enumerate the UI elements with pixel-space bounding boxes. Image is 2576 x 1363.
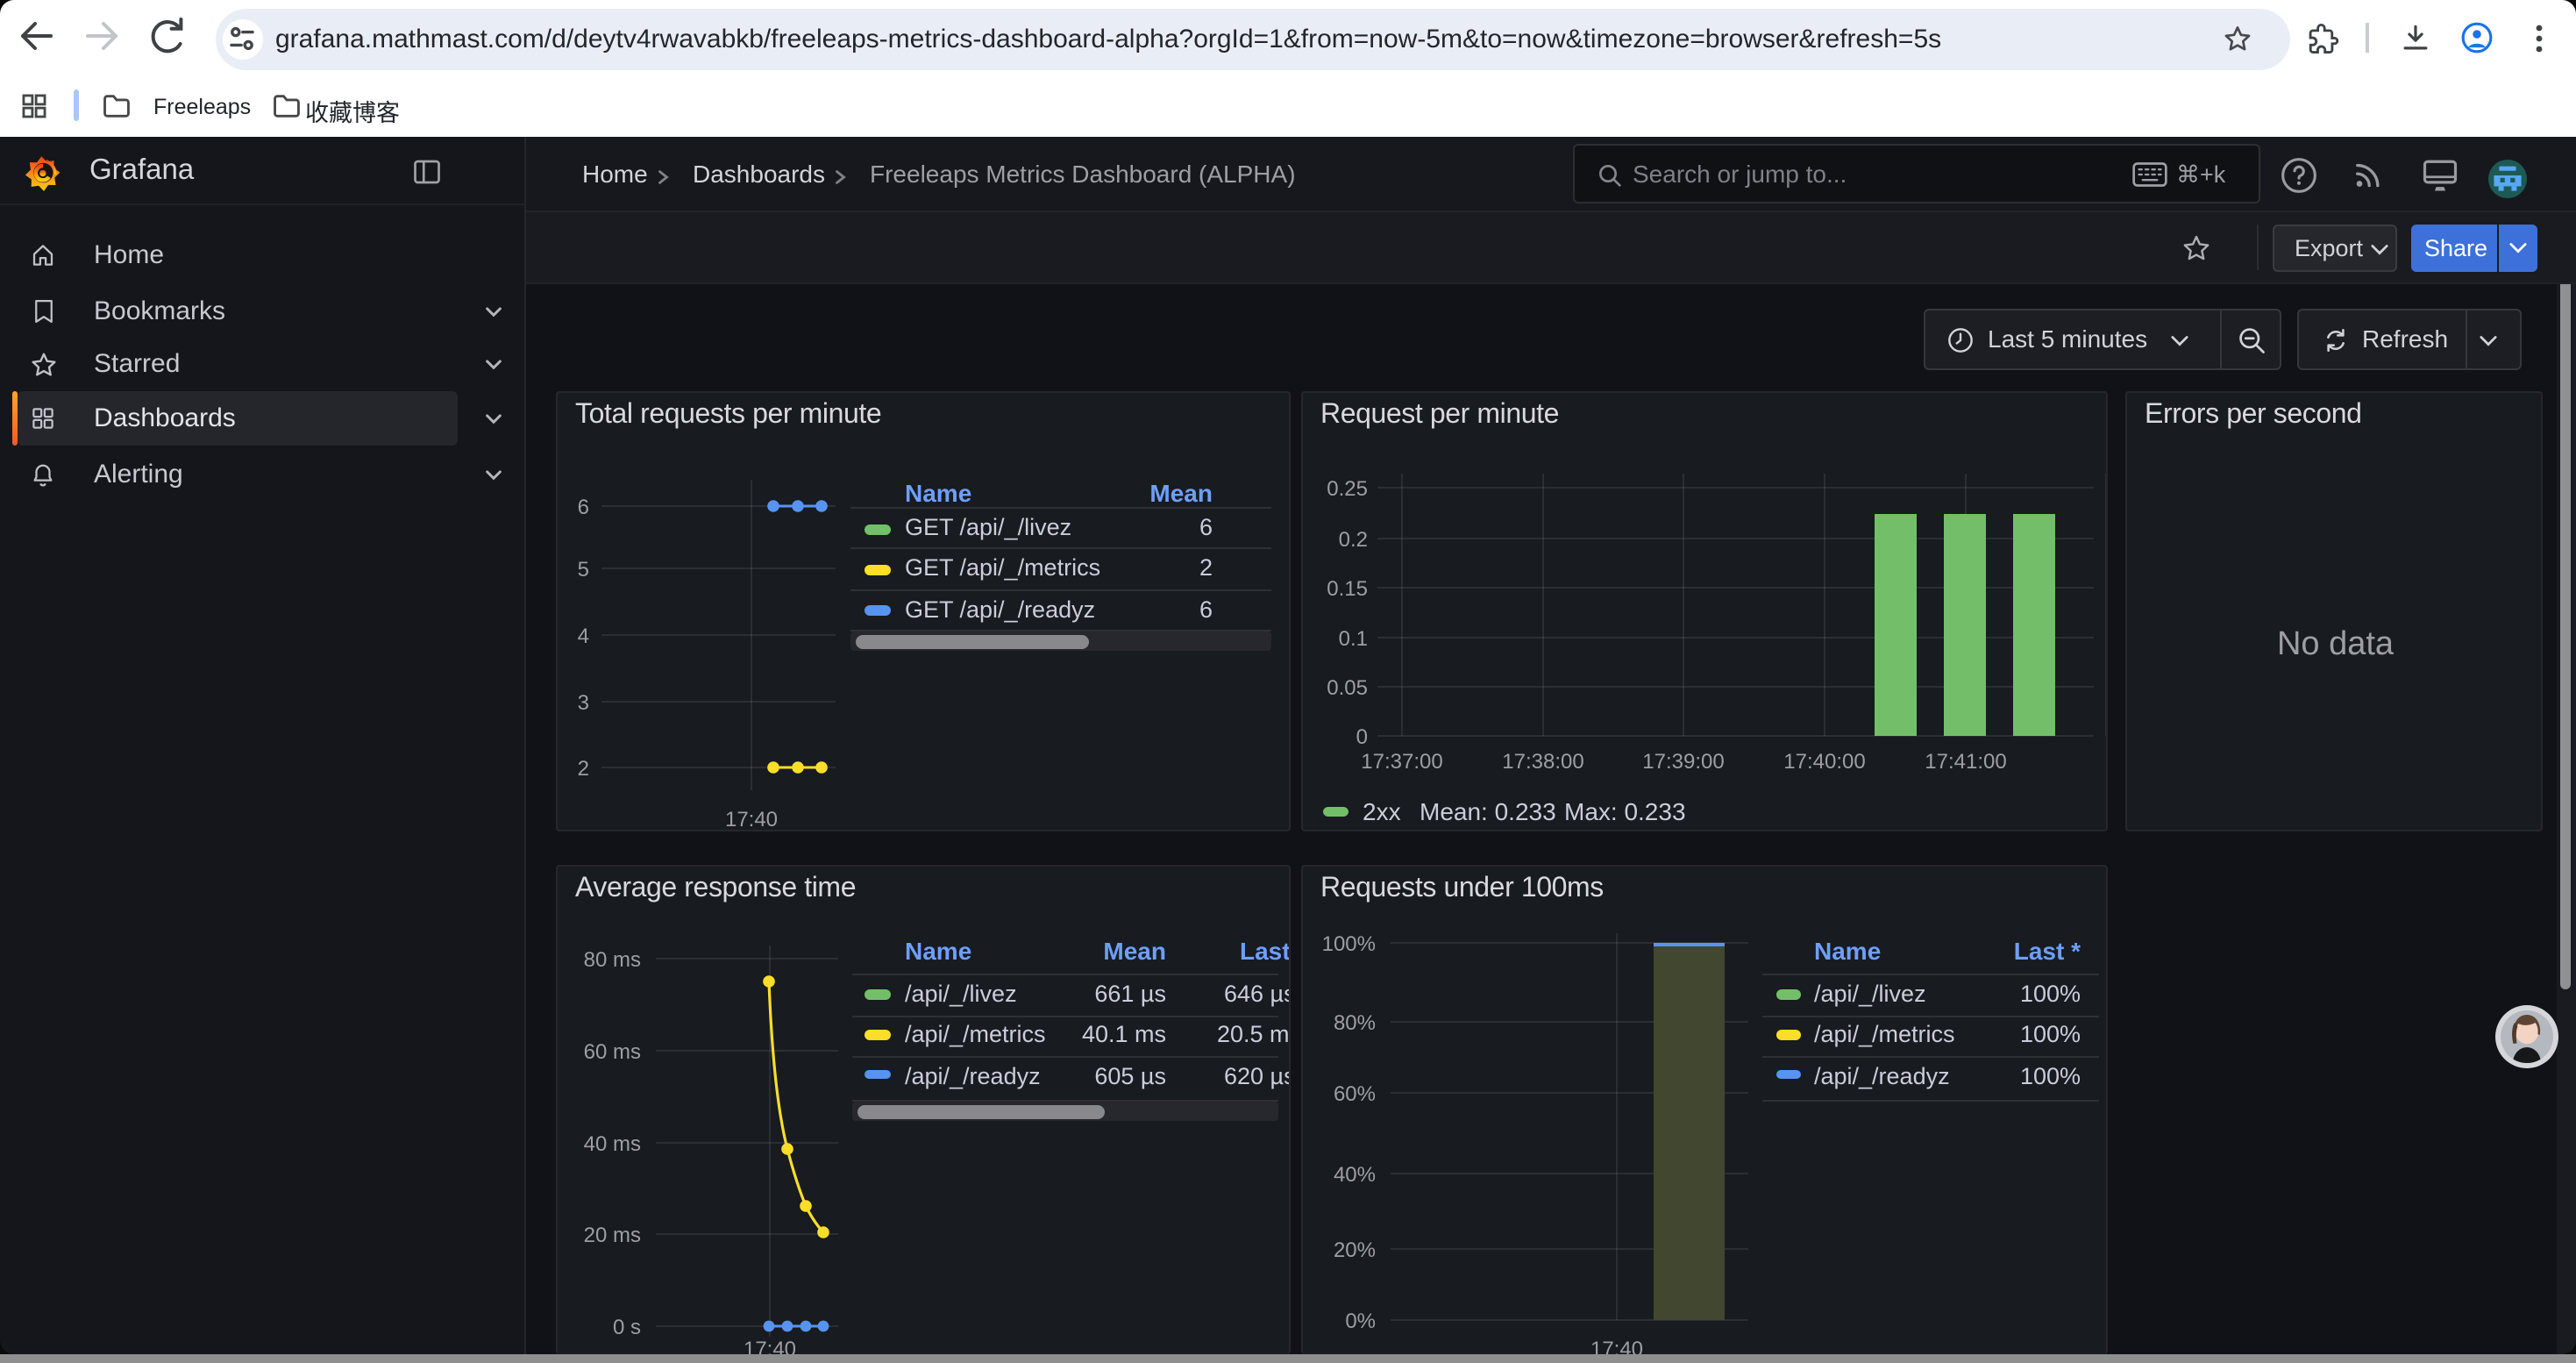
svg-text:20 ms: 20 ms bbox=[584, 1224, 641, 1247]
svg-text:0.15: 0.15 bbox=[1327, 577, 1368, 601]
svg-text:40 ms: 40 ms bbox=[584, 1132, 641, 1156]
svg-text:6: 6 bbox=[578, 496, 589, 519]
svg-text:0.2: 0.2 bbox=[1339, 528, 1368, 552]
svg-text:0%: 0% bbox=[1345, 1309, 1376, 1333]
svg-text:40%: 40% bbox=[1334, 1163, 1376, 1187]
svg-text:0.05: 0.05 bbox=[1327, 676, 1368, 700]
svg-text:17:40: 17:40 bbox=[1590, 1338, 1643, 1354]
svg-text:17:40:00: 17:40:00 bbox=[1783, 750, 1865, 774]
svg-text:17:40: 17:40 bbox=[744, 1338, 796, 1354]
svg-text:0.1: 0.1 bbox=[1339, 627, 1368, 651]
svg-text:20%: 20% bbox=[1334, 1238, 1376, 1262]
svg-text:Mean: 0.233: Mean: 0.233 bbox=[1420, 798, 1556, 825]
svg-text:80%: 80% bbox=[1334, 1011, 1376, 1035]
svg-text:2: 2 bbox=[578, 757, 589, 781]
svg-text:0.25: 0.25 bbox=[1327, 477, 1368, 501]
svg-text:17:40: 17:40 bbox=[725, 808, 778, 831]
svg-text:5: 5 bbox=[578, 558, 589, 582]
svg-text:0: 0 bbox=[1356, 725, 1368, 749]
svg-text:3: 3 bbox=[578, 691, 589, 715]
svg-text:17:39:00: 17:39:00 bbox=[1642, 750, 1724, 774]
svg-text:60 ms: 60 ms bbox=[584, 1040, 641, 1064]
svg-text:Max: 0.233: Max: 0.233 bbox=[1564, 798, 1686, 825]
svg-text:80 ms: 80 ms bbox=[584, 948, 641, 972]
svg-text:2xx: 2xx bbox=[1363, 798, 1401, 825]
svg-text:0 s: 0 s bbox=[613, 1316, 641, 1339]
svg-text:4: 4 bbox=[578, 624, 589, 648]
svg-text:17:37:00: 17:37:00 bbox=[1361, 750, 1442, 774]
svg-text:100%: 100% bbox=[1322, 932, 1376, 956]
svg-text:17:38:00: 17:38:00 bbox=[1502, 750, 1583, 774]
svg-text:60%: 60% bbox=[1334, 1082, 1376, 1106]
svg-text:17:41:00: 17:41:00 bbox=[1925, 750, 2006, 774]
